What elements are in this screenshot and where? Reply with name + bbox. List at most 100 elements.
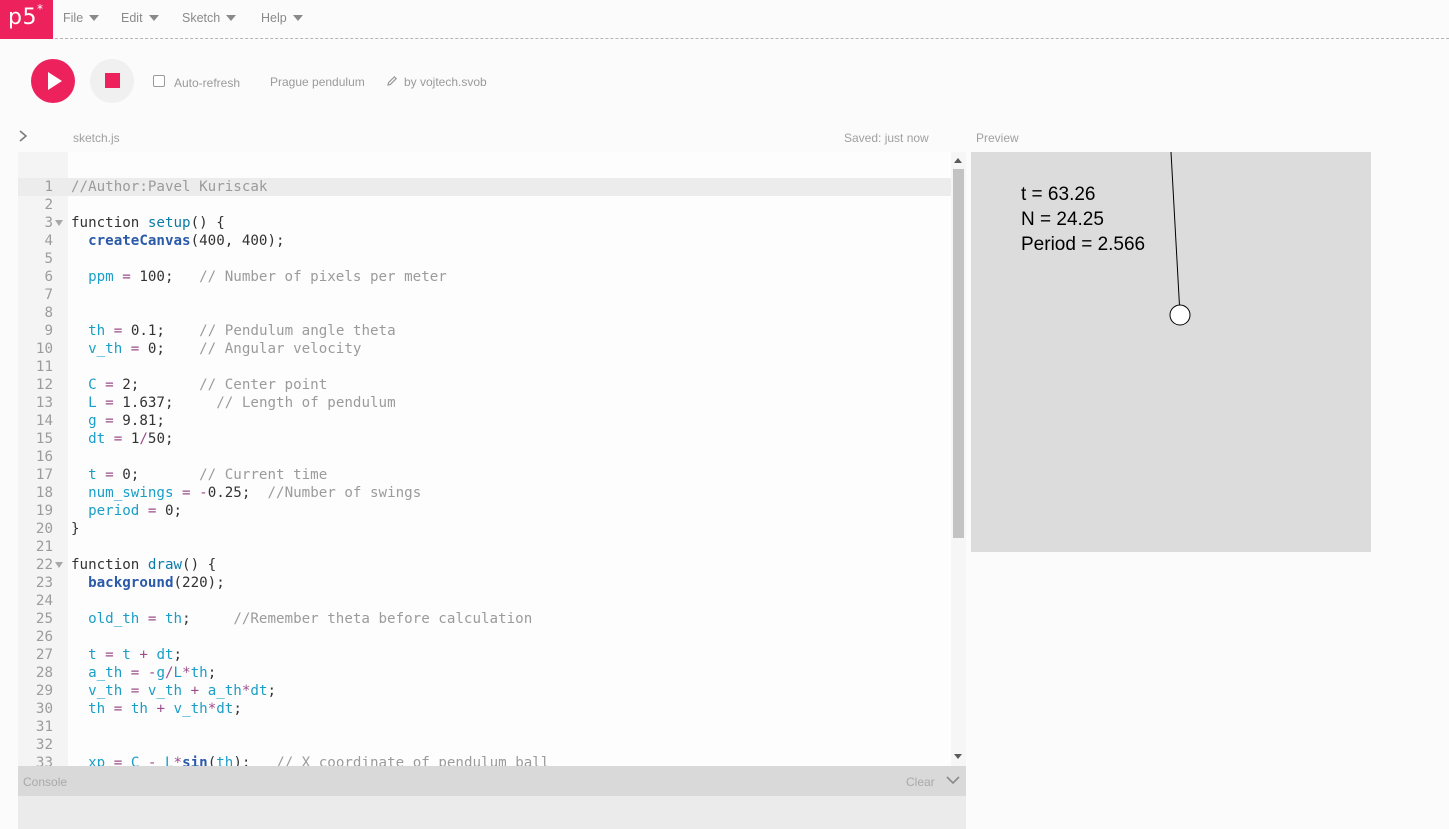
code-line[interactable]: 5	[18, 250, 951, 268]
menu-help[interactable]: Help	[261, 11, 303, 25]
code-line[interactable]: 33 xp = C - L*sin(th); // X coordinate o…	[18, 754, 951, 766]
code-token: g	[88, 413, 97, 429]
code-token: () {	[182, 557, 217, 573]
code-text: a_th = -g/L*th;	[71, 664, 216, 682]
stop-button[interactable]	[90, 59, 134, 103]
line-number: 18	[35, 485, 53, 501]
code-text: old_th = th; //Remember theta before cal…	[71, 610, 532, 628]
code-line[interactable]: 8	[18, 304, 951, 322]
editor-scrollbar[interactable]	[951, 152, 966, 766]
code-token: =	[105, 701, 131, 717]
code-line[interactable]: 26	[18, 628, 951, 646]
console-clear-button[interactable]: Clear	[906, 775, 935, 789]
line-number: 28	[35, 665, 53, 681]
preview-canvas[interactable]: t = 63.26 N = 24.25 Period = 2.566	[971, 152, 1371, 552]
code-token: /	[139, 431, 148, 447]
scrollbar-thumb[interactable]	[953, 169, 964, 538]
code-line[interactable]: 32	[18, 736, 951, 754]
code-line[interactable]: 16	[18, 448, 951, 466]
play-button[interactable]	[31, 59, 75, 103]
auto-refresh-checkbox[interactable]	[153, 75, 165, 87]
menu-file[interactable]: File	[63, 11, 100, 25]
code-line[interactable]: 4 createCanvas(400, 400);	[18, 232, 951, 250]
code-token: // Number of pixels per meter	[199, 269, 447, 285]
menu-edit[interactable]: Edit	[121, 11, 159, 25]
code-token: =	[96, 467, 123, 483]
code-line[interactable]: 12 C = 2; // Center point	[18, 376, 951, 394]
code-line[interactable]: 9 th = 0.1; // Pendulum angle theta	[18, 322, 951, 340]
code-line[interactable]: 20}	[18, 520, 951, 538]
code-line[interactable]: 1 //Author:Pavel Kuriscak	[18, 178, 951, 196]
code-line[interactable]: 30 th = th + v_th*dt;	[18, 700, 951, 718]
code-editor[interactable]: 1//Author:Pavel Kuriscak 2 3 function setup…	[18, 152, 966, 766]
fold-arrow-icon[interactable]	[55, 562, 63, 568]
code-lines[interactable]: 1//Author:Pavel Kuriscak 2 3 function setup…	[18, 178, 951, 766]
code-token: // Current time	[199, 467, 328, 483]
menu-sketch[interactable]: Sketch	[182, 11, 237, 25]
code-token: 0;	[147, 341, 200, 357]
code-text: dt = 1/50;	[71, 430, 173, 448]
line-number: 4	[44, 233, 53, 249]
code-token: *	[173, 755, 183, 766]
code-line[interactable]: 31	[18, 718, 951, 736]
code-token: =	[122, 341, 148, 357]
code-token: 0;	[122, 467, 200, 483]
code-line[interactable]: 24	[18, 592, 951, 610]
chevron-down-icon	[148, 15, 159, 21]
project-name[interactable]: Prague pendulum	[270, 75, 365, 89]
code-line[interactable]: 17 t = 0; // Current time	[18, 466, 951, 484]
code-token: th	[130, 701, 148, 717]
code-text: createCanvas(400, 400);	[71, 232, 284, 250]
code-line[interactable]: 15 dt = 1/50;	[18, 430, 951, 448]
code-line[interactable]: 28 a_th = -g/L*th;	[18, 664, 951, 682]
fold-arrow-icon[interactable]	[55, 220, 63, 226]
code-line[interactable]: 23 background(220);	[18, 574, 951, 592]
code-token: th	[216, 755, 234, 766]
code-token: draw	[147, 557, 183, 573]
code-line[interactable]: 21	[18, 538, 951, 556]
line-number: 30	[35, 701, 53, 717]
scroll-up-arrow-icon[interactable]	[954, 158, 962, 163]
code-token: th	[190, 665, 208, 681]
scroll-down-arrow-icon[interactable]	[954, 754, 962, 759]
code-line[interactable]: 27 t = t + dt;	[18, 646, 951, 664]
code-line[interactable]: 2	[18, 196, 951, 214]
code-line[interactable]: 13 L = 1.637; // Length of pendulum	[18, 394, 951, 412]
code-token: *	[207, 701, 217, 717]
code-line[interactable]: 10 v_th = 0; // Angular velocity	[18, 340, 951, 358]
code-line[interactable]: 3 function setup() {	[18, 214, 951, 232]
chevron-right-icon[interactable]	[17, 129, 29, 143]
pencil-icon[interactable]	[386, 75, 398, 87]
code-text: th = 0.1; // Pendulum angle theta	[71, 322, 396, 340]
code-line[interactable]: 22 function draw() {	[18, 556, 951, 574]
code-line[interactable]: 19 period = 0;	[18, 502, 951, 520]
code-line[interactable]: 14 g = 9.81;	[18, 412, 951, 430]
file-name[interactable]: sketch.js	[73, 131, 120, 145]
code-token: v_th	[88, 683, 123, 699]
line-number: 22	[35, 557, 53, 573]
code-token: = -	[173, 485, 208, 501]
code-line[interactable]: 11	[18, 358, 951, 376]
code-token: num_swings	[88, 485, 174, 501]
code-token: createCanvas	[88, 233, 191, 249]
code-line[interactable]: 29 v_th = v_th + a_th*dt;	[18, 682, 951, 700]
line-number: 32	[35, 737, 53, 753]
pendulum-string	[1170, 152, 1181, 316]
code-line[interactable]: 6 ppm = 100; // Number of pixels per met…	[18, 268, 951, 286]
code-line[interactable]: 25 old_th = th; //Remember theta before …	[18, 610, 951, 628]
code-line[interactable]: 18 num_swings = -0.25; //Number of swing…	[18, 484, 951, 502]
menu-sketch-label: Sketch	[182, 11, 221, 25]
code-token: t	[88, 647, 97, 663]
code-token: =	[105, 323, 131, 339]
chevron-down-icon[interactable]	[946, 775, 960, 785]
project-author[interactable]: by vojtech.svob	[404, 75, 487, 89]
code-line[interactable]: 7	[18, 286, 951, 304]
line-number: 3	[44, 215, 53, 231]
p5-logo[interactable]: p5*	[0, 0, 53, 39]
code-token: ppm	[88, 269, 114, 285]
